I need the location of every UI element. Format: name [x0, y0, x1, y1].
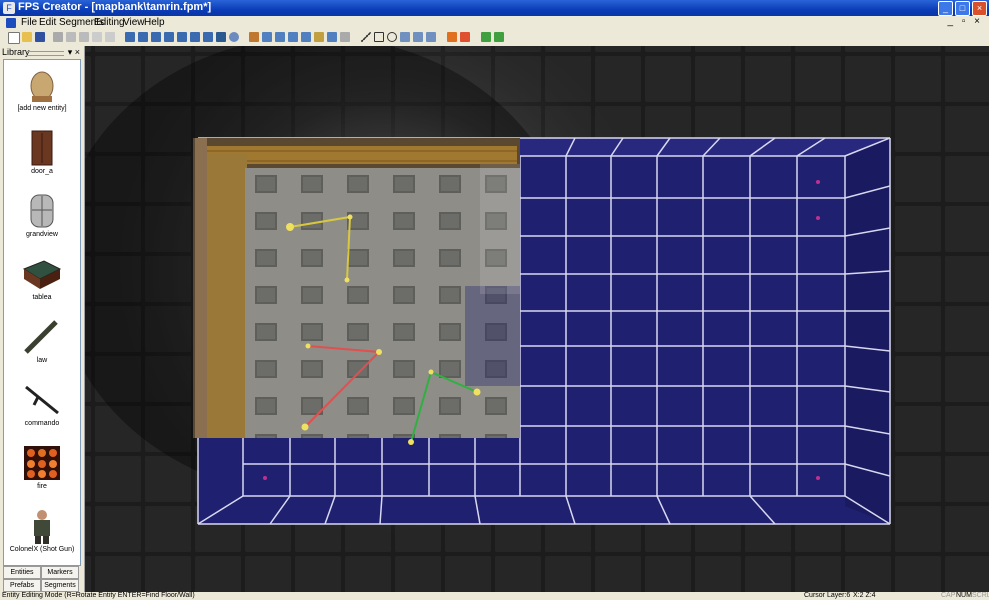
- tab-markers[interactable]: Markers: [41, 566, 79, 579]
- entity-label: law: [36, 357, 48, 364]
- add-entity-icon: [30, 71, 54, 102]
- waypoint-icon[interactable]: [262, 32, 272, 42]
- mdi-controls[interactable]: _ ▫ ×: [947, 16, 983, 27]
- list-item[interactable]: fire: [4, 438, 80, 498]
- undo-icon[interactable]: [92, 32, 102, 42]
- paste-icon[interactable]: [79, 32, 89, 42]
- soldier-icon: [34, 510, 50, 544]
- library-tabs: Entities Markers Prefabs Segments: [3, 566, 79, 592]
- flag-icon[interactable]: [447, 32, 457, 42]
- paint-icon[interactable]: [400, 32, 410, 42]
- num-indicator: NUM: [956, 592, 972, 599]
- tab-segments[interactable]: Segments: [41, 579, 79, 592]
- list-item[interactable]: commando: [4, 375, 80, 435]
- move-icon[interactable]: [327, 32, 337, 42]
- window-title: FPS Creator - [mapbank\tamrin.fpm*]: [18, 1, 212, 13]
- entity-list[interactable]: [add new entity] door_a grandview tablea…: [3, 59, 81, 566]
- entity-label: ColonelX (Shot Gun): [9, 546, 75, 553]
- tab-entities[interactable]: Entities: [3, 566, 41, 579]
- entity-label: tablea: [32, 294, 52, 301]
- status-mode: Entity Editing Mode (R=Rotate Entity ENT…: [2, 592, 195, 599]
- app-icon[interactable]: F: [3, 2, 15, 14]
- maximize-button[interactable]: □: [955, 1, 970, 16]
- entity-label: commando: [24, 420, 60, 427]
- view-icon[interactable]: [125, 32, 135, 42]
- trigger-icon[interactable]: [275, 32, 285, 42]
- entity-label: grandview: [26, 231, 58, 238]
- cursor-layer: Cursor Layer:6: [804, 592, 851, 599]
- circle-icon[interactable]: [387, 32, 397, 42]
- title-bar: F FPS Creator - [mapbank\tamrin.fpm*] _ …: [0, 0, 989, 16]
- toolbar: [0, 29, 989, 47]
- marker-dot: [816, 476, 820, 480]
- rect-icon[interactable]: [374, 32, 384, 42]
- wall-segment[interactable]: [193, 138, 520, 438]
- library-panel: Library ▾ × [add new entity] door_a gran…: [0, 46, 85, 592]
- menu-file[interactable]: File: [21, 17, 37, 28]
- brush-icon[interactable]: [314, 32, 324, 42]
- list-item[interactable]: grandview: [4, 186, 80, 246]
- open-icon[interactable]: [22, 32, 32, 42]
- overview-icon[interactable]: [216, 32, 226, 42]
- rifle-icon: [25, 385, 59, 415]
- save-icon[interactable]: [35, 32, 45, 42]
- fire-icon: [24, 446, 60, 480]
- camera-icon[interactable]: [203, 32, 213, 42]
- list-item[interactable]: door_a: [4, 123, 80, 183]
- sound-icon[interactable]: [301, 32, 311, 42]
- new-icon[interactable]: [8, 32, 20, 44]
- list-item[interactable]: ColonelX (Shot Gun): [4, 501, 80, 561]
- select-icon[interactable]: [340, 32, 350, 42]
- flag-multi-icon[interactable]: [460, 32, 470, 42]
- layer-icon[interactable]: [138, 32, 148, 42]
- menu-view[interactable]: View: [123, 17, 145, 28]
- list-item[interactable]: law: [4, 312, 80, 372]
- marker-dot: [816, 216, 820, 220]
- panel-grip[interactable]: [26, 51, 64, 56]
- menu-editing[interactable]: Editing: [94, 17, 125, 28]
- menu-edit[interactable]: Edit: [39, 17, 56, 28]
- line-icon[interactable]: [361, 32, 371, 42]
- grid-icon[interactable]: [177, 32, 187, 42]
- scrl-indicator: SCRL: [972, 592, 989, 599]
- entity-icon[interactable]: [249, 32, 259, 42]
- map-view[interactable]: [85, 46, 989, 592]
- document-icon[interactable]: [6, 18, 16, 28]
- menu-help[interactable]: Help: [144, 17, 165, 28]
- close-button[interactable]: ×: [972, 1, 987, 16]
- list-item[interactable]: [add new entity]: [4, 60, 80, 120]
- light-icon[interactable]: [288, 32, 298, 42]
- editor-viewport[interactable]: [85, 46, 989, 592]
- entity-label: door_a: [31, 168, 53, 175]
- zoom-icon[interactable]: [229, 32, 239, 42]
- layer-down-icon[interactable]: [164, 32, 174, 42]
- layer-up-icon[interactable]: [151, 32, 161, 42]
- cap-indicator: CAP: [941, 592, 956, 599]
- door-icon: [31, 130, 53, 166]
- window-controls: _ □ ×: [938, 1, 987, 16]
- copy-icon[interactable]: [66, 32, 76, 42]
- entity-label: [add new entity]: [17, 105, 67, 112]
- list-item[interactable]: tablea: [4, 249, 80, 309]
- table-icon: [22, 260, 62, 289]
- status-bar: Entity Editing Mode (R=Rotate Entity ENT…: [0, 592, 989, 600]
- test-icon[interactable]: [494, 32, 504, 42]
- library-header: Library ▾ ×: [2, 47, 82, 58]
- rocket-launcher-icon: [24, 320, 58, 354]
- menu-bar: File Edit Segments Editing View Help _ ▫…: [0, 16, 989, 29]
- marker-dot: [263, 476, 267, 480]
- spray-icon[interactable]: [413, 32, 423, 42]
- rotate-icon[interactable]: [190, 32, 200, 42]
- entity-label: fire: [37, 483, 47, 490]
- panel-controls[interactable]: ▾ ×: [68, 47, 80, 58]
- picker-icon[interactable]: [426, 32, 436, 42]
- marker-dot: [816, 180, 820, 184]
- build-icon[interactable]: [481, 32, 491, 42]
- redo-icon[interactable]: [105, 32, 115, 42]
- tab-prefabs[interactable]: Prefabs: [3, 579, 41, 592]
- cursor-coords: X:2 Z:4: [853, 592, 876, 599]
- cut-icon[interactable]: [53, 32, 63, 42]
- minimize-button[interactable]: _: [938, 1, 953, 16]
- window-icon: [30, 194, 54, 228]
